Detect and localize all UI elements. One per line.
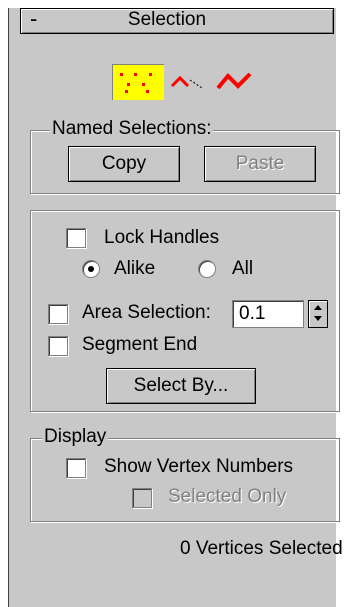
display-legend: Display — [42, 426, 109, 448]
area-selection-spinner[interactable] — [308, 300, 328, 328]
selected-only-label: Selected Only — [168, 486, 287, 507]
vertex-level-button[interactable] — [112, 64, 164, 100]
segment-end-checkbox[interactable] — [48, 336, 68, 356]
named-selections-legend: Named Selections: — [50, 118, 214, 140]
area-selection-checkbox[interactable] — [48, 304, 68, 324]
paste-button[interactable]: Paste — [204, 146, 316, 182]
show-vertex-numbers-label: Show Vertex Numbers — [104, 456, 294, 477]
radio-selected-dot — [88, 266, 94, 272]
segment-level-button[interactable] — [168, 64, 208, 100]
rollout-title: Selection — [127, 9, 207, 30]
selected-only-checkbox[interactable] — [132, 488, 152, 508]
alike-radio[interactable] — [82, 260, 100, 278]
segment-icon — [170, 75, 203, 89]
copy-button[interactable]: Copy — [68, 146, 180, 182]
all-label: All — [232, 258, 254, 279]
show-vertex-numbers-checkbox[interactable] — [66, 458, 86, 478]
area-selection-label: Area Selection: — [82, 302, 211, 323]
area-selection-input[interactable]: 0.1 — [232, 300, 304, 328]
vertex-icon — [120, 73, 152, 93]
spinner-down-icon[interactable] — [314, 316, 322, 321]
spline-level-button[interactable] — [212, 64, 256, 100]
all-radio[interactable] — [198, 260, 216, 278]
alike-label: Alike — [114, 258, 156, 279]
spline-icon — [216, 72, 252, 90]
lock-handles-checkbox[interactable] — [66, 228, 86, 248]
segment-end-label: Segment End — [82, 334, 198, 355]
vertices-selected-status: 0 Vertices Selected — [180, 538, 343, 559]
display-group — [30, 438, 340, 522]
spinner-up-icon[interactable] — [314, 305, 322, 310]
select-by-button[interactable]: Select By... — [106, 368, 256, 404]
lock-handles-label: Lock Handles — [104, 227, 220, 248]
